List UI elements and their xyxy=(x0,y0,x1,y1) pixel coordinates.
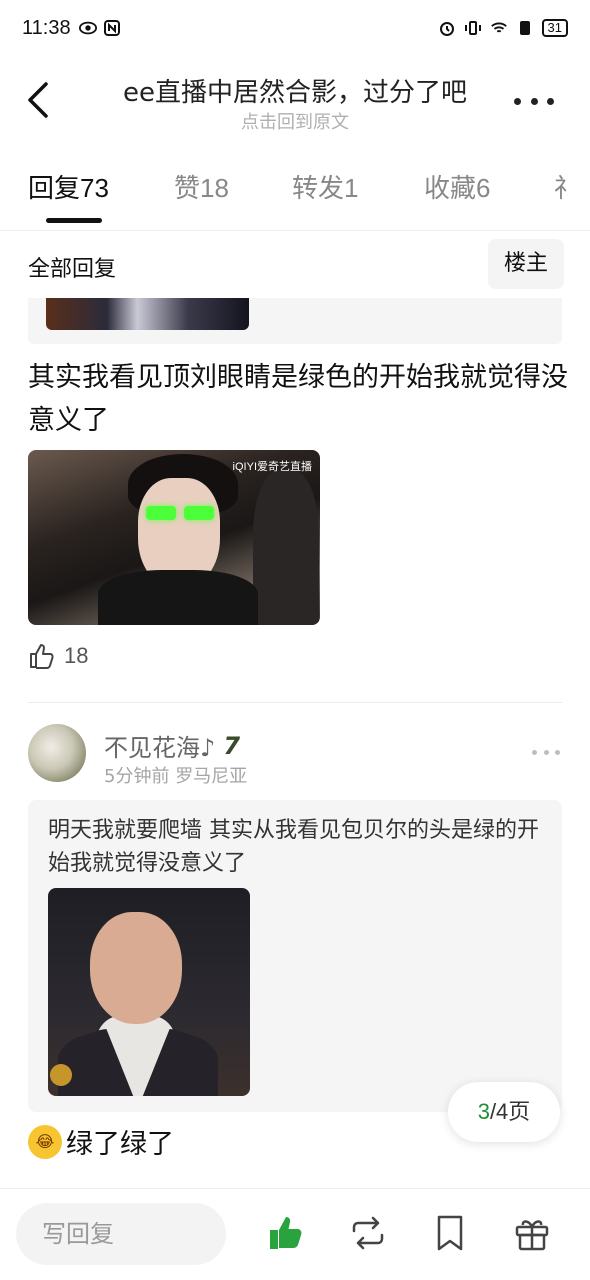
dot-icon xyxy=(547,97,554,105)
reply-input[interactable]: 写回复 xyxy=(16,1203,226,1265)
like-count: 18 xyxy=(64,643,89,668)
eye-icon xyxy=(78,21,97,35)
bottom-bar: 写回复 xyxy=(0,1188,590,1280)
tab-bar: 回复73 赞18 转发1 收藏6 礼 xyxy=(0,160,590,228)
comment-text: 其实我看见顶刘眼睛是绿色的开始我就觉得没意义了 xyxy=(28,362,568,436)
nfc-icon xyxy=(103,20,120,36)
owner-only-button[interactable]: 楼主 xyxy=(488,239,564,289)
tab-replies[interactable]: 回复73 xyxy=(28,168,109,205)
filter-bar: 全部回复 楼主 xyxy=(0,230,590,298)
tab-reposts[interactable]: 转发1 xyxy=(292,168,358,205)
previous-comment-image[interactable] xyxy=(46,298,249,330)
comment-location: 罗马尼亚 xyxy=(175,766,248,787)
quoted-author[interactable]: 明天我就要爬墙 xyxy=(48,818,202,843)
dot-icon xyxy=(514,97,521,105)
nav-header: ee直播中居然合影，过分了吧 点击回到原文 xyxy=(0,56,590,146)
level-badge: 7 xyxy=(223,731,241,760)
comment-meta: 5分钟前 罗马尼亚 xyxy=(104,762,247,788)
bookmark-icon[interactable] xyxy=(430,1213,470,1253)
thumbs-up-icon xyxy=(30,644,54,669)
comment-image[interactable]: iQIYI爱奇艺直播 xyxy=(28,450,320,625)
back-to-original-link[interactable]: 点击回到原文 xyxy=(100,108,490,134)
tab-likes[interactable]: 赞18 xyxy=(174,168,229,205)
vibrate-icon xyxy=(464,21,481,35)
repost-icon[interactable] xyxy=(348,1213,388,1253)
all-replies-label[interactable]: 全部回复 xyxy=(28,251,116,283)
username[interactable]: 不见花海♪ 7 xyxy=(104,728,240,763)
comment-more-button[interactable] xyxy=(532,750,560,758)
quoted-reply[interactable]: 明天我就要爬墙 其实从我看见包贝尔的头是绿的开始我就觉得没意义了 xyxy=(28,800,562,1112)
active-tab-indicator xyxy=(46,218,102,223)
back-button[interactable] xyxy=(20,78,60,122)
quoted-reply-text: 明天我就要爬墙 其实从我看见包贝尔的头是绿的开始我就觉得没意义了 xyxy=(48,818,540,876)
previous-quote-box xyxy=(28,298,562,344)
sim-icon xyxy=(519,21,530,35)
status-time: 11:38 xyxy=(22,16,71,39)
more-options-button[interactable] xyxy=(514,94,554,108)
page-title[interactable]: ee直播中居然合影，过分了吧 xyxy=(100,72,490,109)
thumbs-up-icon[interactable] xyxy=(266,1213,306,1253)
laughing-emoji-icon: 😂 xyxy=(28,1124,62,1159)
tab-gifts[interactable]: 礼 xyxy=(554,168,568,205)
alarm-icon xyxy=(439,22,454,36)
quoted-image[interactable] xyxy=(48,888,250,1096)
wifi-icon xyxy=(490,22,507,33)
tab-favorites[interactable]: 收藏6 xyxy=(424,168,490,205)
like-button[interactable]: 18 xyxy=(28,642,88,670)
image-watermark: iQIYI爱奇艺直播 xyxy=(232,461,312,473)
gift-icon[interactable] xyxy=(512,1213,552,1253)
dot-icon xyxy=(530,97,538,105)
page-indicator[interactable]: 3/4页 xyxy=(448,1082,560,1142)
divider xyxy=(28,702,562,703)
avatar[interactable] xyxy=(28,724,86,782)
battery-indicator: 31 xyxy=(541,19,568,37)
comment-time: 5分钟前 xyxy=(104,766,170,787)
comment-text: 😂 绿了绿了 xyxy=(28,1122,174,1161)
status-bar: 11:38 31 xyxy=(0,0,590,56)
